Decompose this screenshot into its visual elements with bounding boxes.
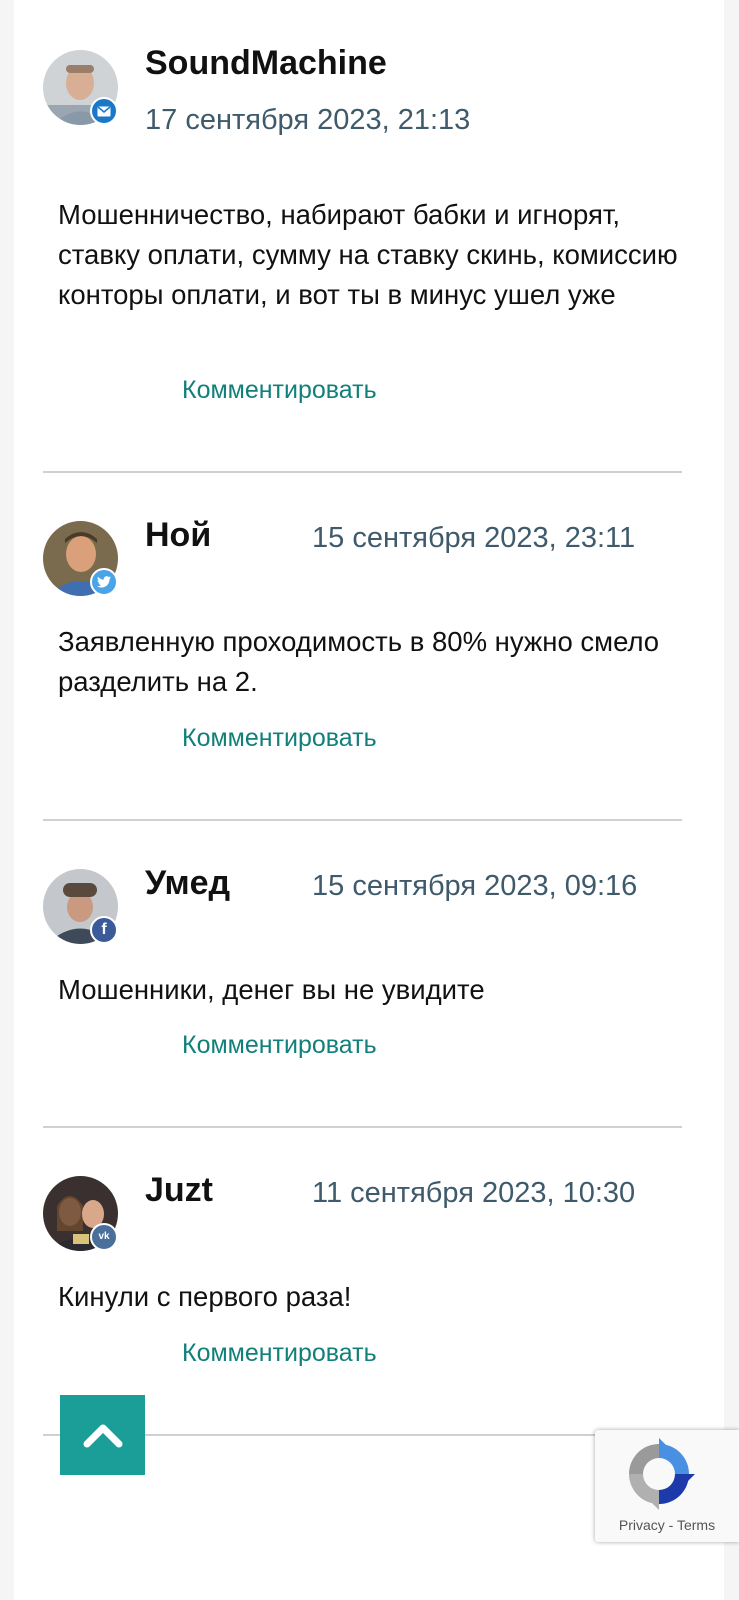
chevron-up-icon [83, 1424, 122, 1448]
avatar[interactable] [43, 50, 118, 125]
recaptcha-links: Privacy - Terms [595, 1517, 739, 1533]
avatar[interactable]: vk [43, 1176, 118, 1251]
comment-date: 15 сентября 2023, 09:16 [312, 870, 638, 902]
comment-date: 17 сентября 2023, 21:13 [145, 104, 471, 136]
comment-author[interactable]: Juzt [145, 1171, 213, 1210]
terms-link[interactable]: Terms [677, 1517, 715, 1533]
avatar[interactable] [43, 521, 118, 596]
avatar[interactable]: f [43, 869, 118, 944]
reply-link[interactable]: Комментировать [182, 1031, 377, 1060]
comments-page: SoundMachine 17 сентября 2023, 21:13 Мош… [14, 0, 724, 1600]
recaptcha-logo-icon [629, 1438, 695, 1510]
comment-divider [43, 471, 682, 473]
comment-author[interactable]: SoundMachine [145, 44, 387, 83]
comment-date: 15 сентября 2023, 23:11 [312, 522, 636, 554]
scroll-to-top-button[interactable] [60, 1395, 145, 1475]
reply-link[interactable]: Комментировать [182, 376, 377, 405]
facebook-icon: f [90, 916, 118, 944]
comment-text: Кинули с первого раза! [58, 1281, 352, 1312]
comment-divider [43, 1126, 682, 1128]
recaptcha-separator: - [668, 1517, 674, 1533]
vk-icon: vk [90, 1223, 118, 1251]
reply-link[interactable]: Комментировать [182, 1339, 377, 1368]
comment-text: Мошенничество, набирают бабки и игнорят,… [58, 199, 678, 310]
comment-text: Заявленную проходимость в 80% нужно смел… [58, 626, 660, 697]
privacy-link[interactable]: Privacy [619, 1517, 665, 1533]
comment-author[interactable]: Умед [145, 864, 230, 903]
comment-divider [43, 819, 682, 821]
comment-date: 11 сентября 2023, 10:30 [312, 1177, 636, 1209]
reply-link[interactable]: Комментировать [182, 724, 377, 753]
comment-text: Мошенники, денег вы не увидите [58, 974, 485, 1005]
recaptcha-badge[interactable]: Privacy - Terms [595, 1430, 739, 1542]
email-icon [90, 97, 118, 125]
comment-author[interactable]: Ной [145, 516, 211, 555]
twitter-icon [90, 568, 118, 596]
